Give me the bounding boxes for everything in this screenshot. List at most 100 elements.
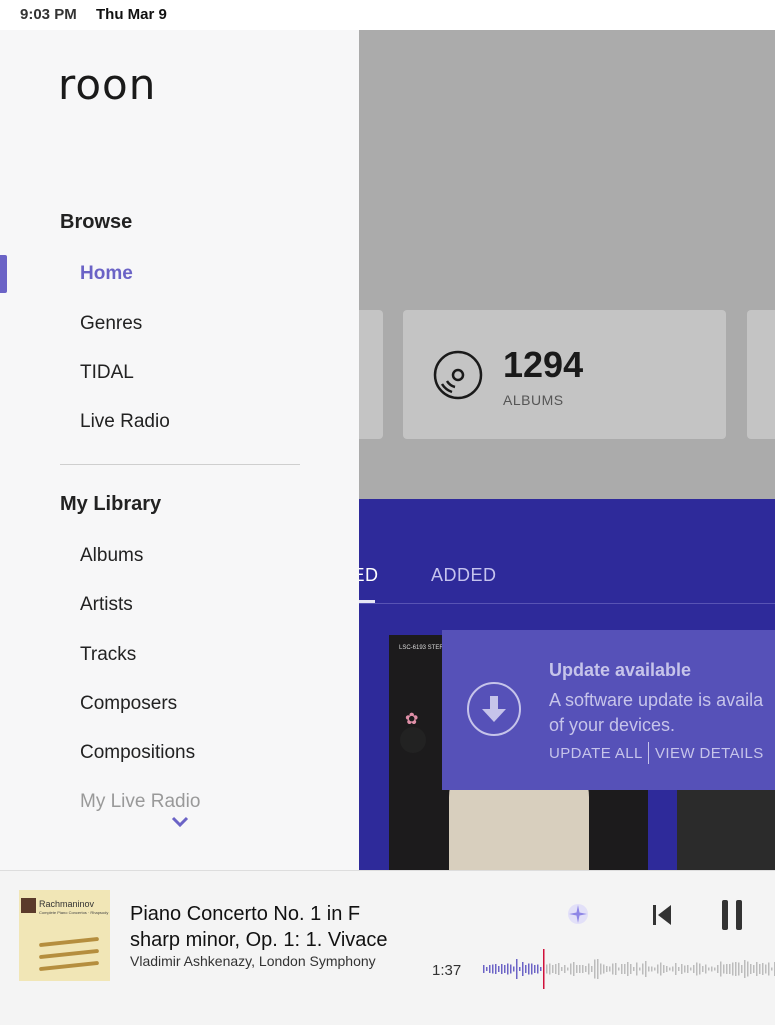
waveform-bar — [540, 967, 542, 971]
waveform-bar — [612, 963, 614, 975]
waveform-bar — [558, 963, 560, 975]
waveform-bar — [528, 963, 530, 975]
waveform-bar — [597, 959, 599, 979]
waveform-bar — [498, 966, 500, 972]
waveform-bar — [639, 967, 641, 971]
waveform-bar — [666, 966, 668, 972]
waveform-bar — [657, 964, 659, 974]
waveform-bar — [534, 965, 536, 973]
sidebar-item-artists[interactable]: Artists — [80, 594, 133, 616]
previous-track-icon[interactable] — [652, 904, 672, 926]
waveform-bar — [699, 963, 701, 975]
waveform-bar — [582, 965, 584, 973]
waveform-bar — [573, 962, 575, 976]
action-separator — [648, 742, 649, 764]
update-message-line2: of your devices. — [549, 715, 676, 735]
waveform-bar — [726, 964, 728, 974]
tab-added[interactable]: ADDED — [431, 565, 497, 586]
waveform-bar — [693, 965, 695, 973]
sidebar-item-my-live-radio[interactable]: My Live Radio — [80, 791, 200, 813]
waveform-bar — [732, 962, 734, 976]
playhead[interactable] — [543, 949, 545, 989]
waveform-bar — [489, 965, 491, 973]
waveform-bar — [675, 963, 677, 975]
waveform-bar — [660, 962, 662, 976]
waveform-bar — [669, 967, 671, 971]
waveform-bar — [594, 959, 596, 979]
sidebar-item-tracks[interactable]: Tracks — [80, 644, 136, 666]
update-message: A software update is availa of your devi… — [549, 688, 775, 738]
waveform-bar — [696, 962, 698, 976]
sidebar-item-composers[interactable]: Composers — [80, 693, 177, 715]
waveform-bar — [621, 964, 623, 974]
sidebar-item-genres[interactable]: Genres — [80, 313, 142, 335]
track-artist[interactable]: Vladimir Ashkenazy, London Symphony — [130, 953, 405, 969]
pause-icon[interactable] — [720, 899, 744, 931]
waveform-bar — [492, 964, 494, 974]
update-title: Update available — [549, 660, 692, 680]
track-title[interactable]: Piano Concerto No. 1 in F sharp minor, O… — [130, 901, 410, 953]
waveform-bar — [549, 963, 551, 975]
waveform-bar — [741, 965, 743, 973]
waveform-bar — [618, 967, 620, 971]
disc-icon — [433, 350, 483, 400]
player-bar: Rachmaninov Complete Piano Concertos · R… — [0, 870, 775, 1025]
waveform-bar — [537, 964, 539, 974]
chevron-down-icon[interactable] — [170, 814, 190, 830]
sidebar-item-tidal[interactable]: TIDAL — [80, 362, 134, 384]
view-details-button[interactable]: VIEW DETAILS — [655, 745, 764, 762]
cover-wheat-3 — [38, 960, 100, 972]
stat-card-albums[interactable]: 1294 ALBUMS — [403, 310, 726, 439]
waveform-bar — [678, 967, 680, 971]
waveform-bar — [642, 963, 644, 975]
waveform-bar — [711, 966, 713, 972]
waveform-bar — [600, 963, 602, 975]
sidebar-item-albums[interactable]: Albums — [80, 545, 143, 567]
waveform-bar — [750, 964, 752, 974]
waveform-bar — [747, 961, 749, 977]
waveform-bar — [633, 967, 635, 971]
album-menu-icon[interactable] — [400, 727, 426, 753]
waveform-bar — [762, 963, 764, 975]
radio-sparkle-icon[interactable] — [566, 902, 590, 926]
now-playing-cover[interactable]: Rachmaninov Complete Piano Concertos · R… — [19, 890, 110, 981]
waveform-bar — [627, 962, 629, 976]
waveform-bar — [516, 959, 518, 979]
cover-wheat-1 — [38, 936, 100, 948]
waveform-bar — [714, 967, 716, 971]
sidebar-item-compositions[interactable]: Compositions — [80, 742, 195, 764]
sidebar-item-home[interactable]: Home — [80, 263, 133, 285]
waveform-bar — [672, 966, 674, 972]
waveform-bar — [501, 964, 503, 974]
cover-title: Rachmaninov — [39, 899, 95, 909]
waveform-bar — [654, 967, 656, 971]
sidebar-item-live-radio[interactable]: Live Radio — [80, 411, 170, 433]
albums-count: 1294 — [503, 344, 584, 385]
waveform-bar — [555, 964, 557, 974]
waveform-bar — [771, 967, 773, 971]
stat-card-partial-right[interactable] — [747, 310, 775, 439]
waveform-bar — [552, 965, 554, 973]
cover-logo-block — [21, 898, 36, 913]
waveform-bar — [579, 965, 581, 973]
waveform-bar — [513, 966, 515, 972]
waveform-bar — [717, 965, 719, 973]
waveform-bar — [615, 963, 617, 975]
waveform-bar — [564, 965, 566, 973]
status-bar: 9:03 PM Thu Mar 9 — [0, 0, 775, 30]
waveform-progress[interactable] — [482, 947, 775, 991]
section-title-browse: Browse — [60, 211, 133, 233]
waveform-bar — [522, 962, 524, 976]
waveform-bar — [576, 965, 578, 973]
elapsed-time: 1:37 — [432, 962, 462, 979]
waveform-bar — [756, 962, 758, 976]
update-toast[interactable]: Update available A software update is av… — [442, 630, 775, 790]
update-all-button[interactable]: UPDATE ALL — [549, 745, 643, 762]
waveform-bar — [744, 960, 746, 978]
waveform-bar — [651, 966, 653, 972]
waveform-bar — [609, 966, 611, 972]
waveform-bar — [690, 967, 692, 971]
waveform-bar — [525, 965, 527, 973]
waveform-bar — [624, 964, 626, 974]
update-message-line1: A software update is availa — [549, 690, 764, 710]
